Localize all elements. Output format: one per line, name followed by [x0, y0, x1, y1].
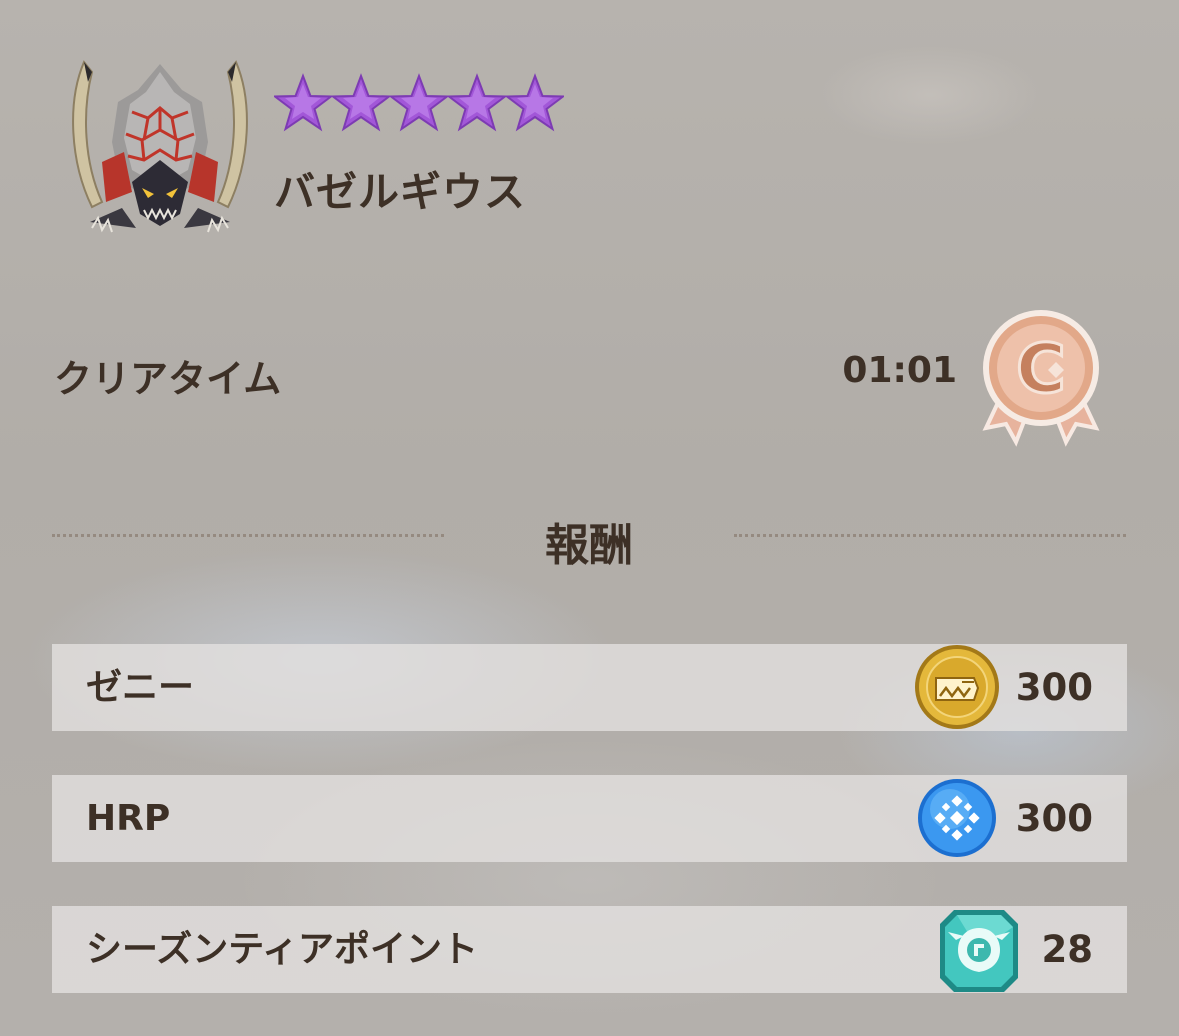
star-icon: [274, 73, 332, 132]
reward-row-season-tier: シーズンティアポイント 28: [52, 906, 1127, 993]
reward-name: HRP: [86, 798, 171, 839]
monster-icon: [62, 42, 258, 238]
reward-amount: 300: [1015, 666, 1093, 709]
reward-amount: 28: [1041, 928, 1094, 971]
reward-amount: 300: [1015, 797, 1093, 840]
divider-right: [734, 534, 1126, 537]
zenny-coin-icon: [912, 644, 1002, 731]
star-icon: [332, 73, 390, 132]
monster-name: バゼルギウス: [274, 168, 526, 216]
clear-time-value: 01:01: [842, 350, 957, 391]
clear-time-label: クリアタイム: [54, 357, 282, 401]
reward-name: ゼニー: [86, 667, 195, 708]
reward-name: シーズンティアポイント: [86, 929, 479, 970]
rewards-title: 報酬: [545, 520, 633, 571]
rewards-header: 報酬: [52, 505, 1126, 571]
season-tier-point-icon: [934, 906, 1024, 993]
star-icon: [506, 73, 564, 132]
reward-row-hrp: HRP 300: [52, 775, 1127, 862]
rank-c-medal-icon: C: [976, 306, 1106, 448]
star-icon: [448, 73, 506, 132]
star-icon: [390, 73, 448, 132]
hrp-orb-icon: [912, 775, 1002, 862]
reward-row-zenny: ゼニー 300: [52, 644, 1127, 731]
star-rating: [274, 68, 564, 140]
